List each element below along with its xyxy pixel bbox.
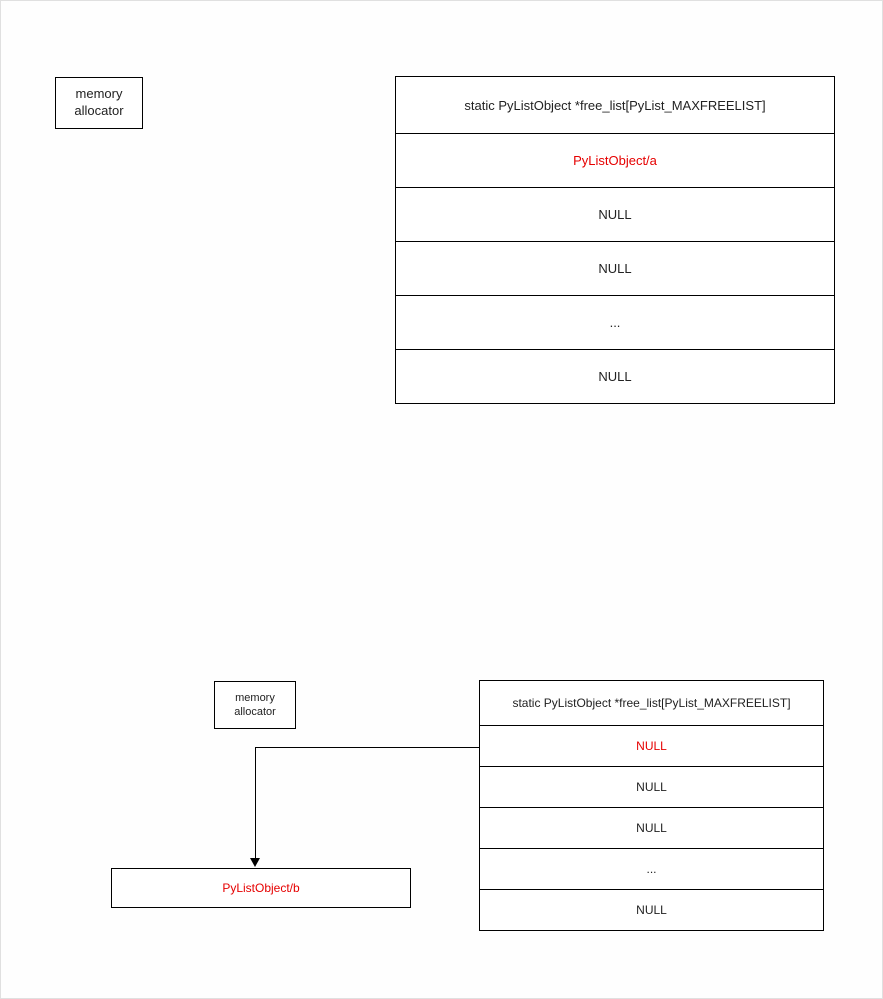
free-list-row-1-3: ... <box>395 295 835 350</box>
arrow-segment-h <box>255 747 479 748</box>
free-list-row-1-2: NULL <box>395 241 835 296</box>
free-list-table-1: static PyListObject *free_list[PyList_MA… <box>395 77 835 404</box>
free-list-header-1: static PyListObject *free_list[PyList_MA… <box>395 76 835 134</box>
free-list-cell-text: NULL <box>636 739 667 753</box>
diagram-canvas: memory allocator static PyListObject *fr… <box>0 0 883 999</box>
result-box: PyListObject/b <box>111 868 411 908</box>
free-list-header-text-2: static PyListObject *free_list[PyList_MA… <box>512 696 790 710</box>
free-list-cell-text: PyListObject/a <box>573 153 657 168</box>
memory-allocator-label-2: memory allocator <box>234 691 276 720</box>
arrow-head-icon <box>250 858 260 867</box>
free-list-cell-text: NULL <box>636 780 667 794</box>
free-list-header-2: static PyListObject *free_list[PyList_MA… <box>479 680 824 726</box>
free-list-row-1-1: NULL <box>395 187 835 242</box>
free-list-row-2-4: NULL <box>479 889 824 931</box>
result-text: PyListObject/b <box>222 881 299 895</box>
free-list-row-2-2: NULL <box>479 807 824 849</box>
free-list-cell-text: ... <box>646 862 656 876</box>
free-list-row-1-0: PyListObject/a <box>395 133 835 188</box>
memory-allocator-label-1: memory allocator <box>74 86 123 120</box>
free-list-cell-text: NULL <box>636 821 667 835</box>
memory-allocator-box-2: memory allocator <box>214 681 296 729</box>
free-list-cell-text: NULL <box>598 261 631 276</box>
free-list-row-2-1: NULL <box>479 766 824 808</box>
free-list-table-2: static PyListObject *free_list[PyList_MA… <box>479 681 824 931</box>
free-list-cell-text: NULL <box>598 369 631 384</box>
free-list-header-text-1: static PyListObject *free_list[PyList_MA… <box>464 98 765 113</box>
arrow-segment-v <box>255 747 256 860</box>
free-list-cell-text: NULL <box>598 207 631 222</box>
memory-allocator-box-1: memory allocator <box>55 77 143 129</box>
free-list-row-1-4: NULL <box>395 349 835 404</box>
free-list-cell-text: ... <box>610 315 621 330</box>
free-list-cell-text: NULL <box>636 903 667 917</box>
free-list-row-2-0: NULL <box>479 725 824 767</box>
free-list-row-2-3: ... <box>479 848 824 890</box>
